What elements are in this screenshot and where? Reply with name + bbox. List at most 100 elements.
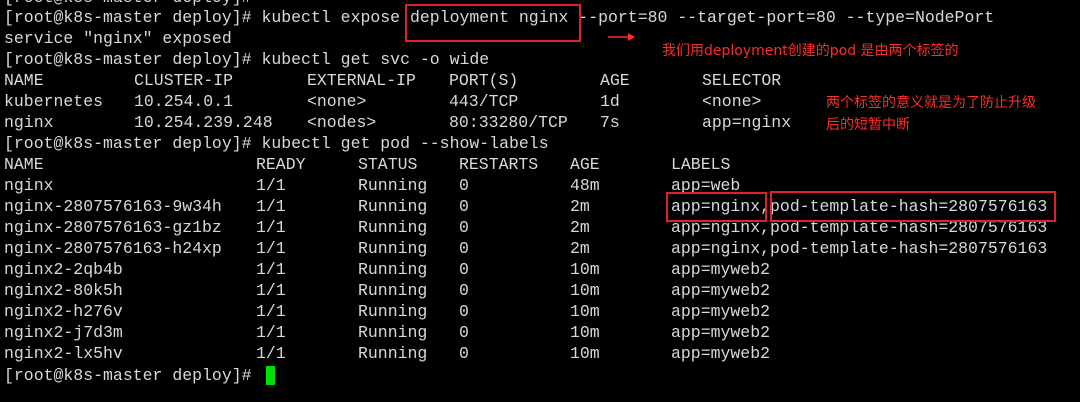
- pod-cell-name: nginx2-h276v: [4, 302, 123, 321]
- svc-cell-external-ip: <nodes>: [307, 113, 377, 132]
- pod-cell-ready: 1/1: [256, 344, 286, 363]
- pod-cell-ready: 1/1: [256, 323, 286, 342]
- svc-cell-ports: 443/TCP: [449, 92, 519, 111]
- pod-cell-name: nginx2-2qb4b: [4, 260, 123, 279]
- pod-cell-name: nginx-2807576163-gz1bz: [4, 218, 222, 237]
- pod-table-row: nginx-2807576163-h24xp 1/1 Running 0 2m …: [4, 238, 1047, 259]
- pod-cell-status: Running: [358, 197, 428, 216]
- pod-table-row: nginx-2807576163-gz1bz 1/1 Running 0 2m …: [4, 217, 1047, 238]
- pod-cell-age: 10m: [570, 344, 600, 363]
- pod-cell-restarts: 0: [459, 323, 469, 342]
- pod-cell-restarts: 0: [459, 176, 469, 195]
- svc-cell-age: 1d: [600, 92, 620, 111]
- pod-table-row: nginx 1/1 Running 0 48m app=web: [4, 175, 740, 196]
- svc-table-row: nginx 10.254.239.248 <nodes> 80:33280/TC…: [4, 112, 791, 133]
- pod-cell-age: 48m: [570, 176, 600, 195]
- pod-cell-labels: app=myweb2: [671, 344, 771, 363]
- pod-cell-status: Running: [358, 302, 428, 321]
- pod-header-ready: READY: [256, 155, 306, 174]
- shell-prompt: [root@k8s-master deploy]#: [4, 50, 252, 69]
- svc-cell-selector: <none>: [702, 92, 762, 111]
- pod-cell-labels: app=myweb2: [671, 260, 771, 279]
- pod-cell-age: 10m: [570, 281, 600, 300]
- pod-cell-ready: 1/1: [256, 302, 286, 321]
- svc-table-header: NAME CLUSTER-IP EXTERNAL-IP PORT(S) AGE …: [4, 70, 781, 91]
- svc-cell-cluster-ip: 10.254.0.1: [134, 92, 234, 111]
- pod-header-age: AGE: [570, 155, 600, 174]
- annotation-purpose-line2: 后的短暂中断: [826, 117, 910, 133]
- pod-cell-restarts: 0: [459, 344, 469, 363]
- shell-prompt: [root@k8s-master deploy]#: [4, 8, 252, 27]
- pod-cell-age: 2m: [570, 218, 590, 237]
- pod-cell-name: nginx2-j7d3m: [4, 323, 123, 342]
- svc-cell-ports: 80:33280/TCP: [449, 113, 568, 132]
- terminal-window[interactable]: [root@k8s-master deploy]# [root@k8s-mast…: [0, 0, 1080, 402]
- pod-cell-name: nginx2-80k5h: [4, 281, 123, 300]
- highlight-box-pod-template-hash: [770, 191, 1056, 222]
- final-prompt: [root@k8s-master deploy]#: [4, 366, 252, 385]
- terminal-cursor[interactable]: [266, 366, 275, 385]
- pod-cell-name: nginx2-lx5hv: [4, 344, 123, 363]
- pod-table-row: nginx2-lx5hv 1/1 Running 0 10m app=myweb…: [4, 343, 770, 364]
- pod-header-labels: LABELS: [671, 155, 731, 174]
- pod-table-header: NAME READY STATUS RESTARTS AGE LABELS: [4, 154, 730, 175]
- svc-cell-cluster-ip: 10.254.239.248: [134, 113, 273, 132]
- svc-header-age: AGE: [600, 71, 630, 90]
- svc-cell-name: nginx: [4, 113, 54, 132]
- pod-cell-labels: app=myweb2: [671, 323, 771, 342]
- pod-table-row: nginx2-j7d3m 1/1 Running 0 10m app=myweb…: [4, 322, 770, 343]
- pod-cell-status: Running: [358, 218, 428, 237]
- svc-header-ports: PORT(S): [449, 71, 519, 90]
- svc-cell-age: 7s: [600, 113, 620, 132]
- pod-cell-restarts: 0: [459, 260, 469, 279]
- pod-cell-ready: 1/1: [256, 260, 286, 279]
- highlight-box-app-label: [666, 192, 767, 222]
- pod-header-name: NAME: [4, 155, 44, 174]
- pod-cell-age: 2m: [570, 239, 590, 258]
- pod-cell-name: nginx: [4, 176, 54, 195]
- pod-cell-age: 10m: [570, 260, 600, 279]
- command-text: kubectl get pod --show-labels: [251, 134, 549, 153]
- command-text: kubectl expose deployment nginx --port=8…: [251, 8, 995, 27]
- pod-cell-labels: app=nginx,pod-template-hash=2807576163: [671, 239, 1048, 258]
- svc-cell-external-ip: <none>: [307, 92, 367, 111]
- pod-cell-restarts: 0: [459, 281, 469, 300]
- command-line-get-svc: [root@k8s-master deploy]# kubectl get sv…: [4, 49, 489, 70]
- pod-cell-status: Running: [358, 176, 428, 195]
- command-line-get-pod: [root@k8s-master deploy]# kubectl get po…: [4, 133, 549, 154]
- pod-cell-ready: 1/1: [256, 176, 286, 195]
- output-line-exposed: service "nginx" exposed: [4, 29, 232, 48]
- svc-header-cluster-ip: CLUSTER-IP: [134, 71, 234, 90]
- pod-cell-age: 10m: [570, 302, 600, 321]
- pod-cell-status: Running: [358, 260, 428, 279]
- pod-cell-ready: 1/1: [256, 281, 286, 300]
- highlight-box-deployment-nginx: [405, 4, 581, 42]
- pod-cell-status: Running: [358, 344, 428, 363]
- pod-cell-labels: app=myweb2: [671, 302, 771, 321]
- pod-header-status: STATUS: [358, 155, 418, 174]
- pod-cell-age: 10m: [570, 323, 600, 342]
- pod-cell-name: nginx-2807576163-9w34h: [4, 197, 222, 216]
- pod-cell-restarts: 0: [459, 197, 469, 216]
- svc-header-selector: SELECTOR: [702, 71, 782, 90]
- pod-cell-status: Running: [358, 281, 428, 300]
- red-arrow-icon: [608, 33, 635, 41]
- pod-cell-ready: 1/1: [256, 218, 286, 237]
- pod-cell-status: Running: [358, 239, 428, 258]
- pod-table-row: nginx2-80k5h 1/1 Running 0 10m app=myweb…: [4, 280, 770, 301]
- annotation-two-labels: 我们用deployment创建的pod 是由两个标签的: [662, 43, 959, 59]
- pod-table-row: nginx2-h276v 1/1 Running 0 10m app=myweb…: [4, 301, 770, 322]
- pod-cell-name: nginx-2807576163-h24xp: [4, 239, 222, 258]
- pod-cell-status: Running: [358, 323, 428, 342]
- svc-header-external-ip: EXTERNAL-IP: [307, 71, 416, 90]
- pod-cell-age: 2m: [570, 197, 590, 216]
- pod-table-row: nginx2-2qb4b 1/1 Running 0 10m app=myweb…: [4, 259, 770, 280]
- svc-header-name: NAME: [4, 71, 44, 90]
- pod-header-restarts: RESTARTS: [459, 155, 539, 174]
- shell-prompt: [root@k8s-master deploy]#: [4, 134, 252, 153]
- pod-cell-restarts: 0: [459, 239, 469, 258]
- svc-table-row: kubernetes 10.254.0.1 <none> 443/TCP 1d …: [4, 91, 761, 112]
- command-text: kubectl get svc -o wide: [251, 50, 490, 69]
- pod-table-row: nginx-2807576163-9w34h 1/1 Running 0 2m …: [4, 196, 1047, 217]
- svc-cell-name: kubernetes: [4, 92, 104, 111]
